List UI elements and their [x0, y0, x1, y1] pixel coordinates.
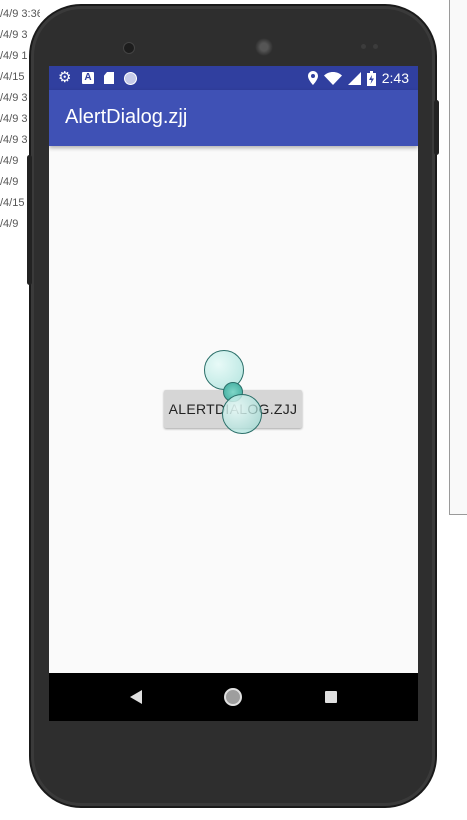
- proximity-sensor: [361, 44, 366, 49]
- location-icon: [307, 71, 318, 85]
- earpiece-speaker: [255, 38, 273, 56]
- wifi-icon: [323, 71, 342, 85]
- app-bar: AlertDialog.zjj: [49, 90, 418, 146]
- navigation-bar: [49, 673, 418, 721]
- touch-indicator-bottom: [222, 394, 262, 434]
- status-bar: ⚙ A 2:43: [49, 66, 418, 90]
- a-icon: A: [82, 72, 94, 84]
- back-icon[interactable]: [130, 690, 143, 704]
- home-icon[interactable]: [224, 688, 243, 706]
- light-sensor: [373, 44, 378, 49]
- battery-charging-icon: [366, 70, 376, 86]
- circle-icon: [124, 71, 137, 85]
- log-line: /4/9 3:36: [0, 8, 40, 20]
- status-time: 2:43: [381, 70, 409, 86]
- volume-button[interactable]: [27, 155, 32, 285]
- settings-icon: ⚙: [58, 69, 72, 86]
- background-panel: [449, 0, 467, 515]
- recents-icon[interactable]: [324, 691, 337, 703]
- signal-icon: [347, 71, 361, 85]
- device-screen: ⚙ A 2:43 AlertDialog.zjj ALERTDIALOG.ZJJ: [49, 66, 418, 721]
- app-title: AlertDialog.zjj: [65, 106, 188, 128]
- power-button[interactable]: [434, 100, 439, 155]
- sd-card-icon: [104, 72, 114, 84]
- front-camera: [123, 42, 135, 54]
